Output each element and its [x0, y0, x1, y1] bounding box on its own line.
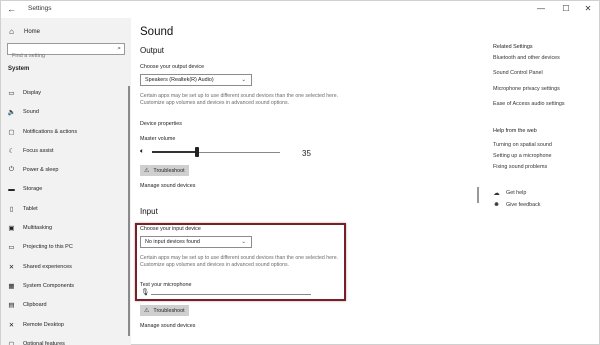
fix-sound-link[interactable]: Fixing sound problems — [493, 164, 547, 170]
display-icon: ▭ — [8, 90, 15, 97]
main-scrollbar[interactable] — [477, 187, 479, 203]
output-device-label: Choose your output device — [140, 64, 205, 70]
back-arrow-icon[interactable]: ← — [7, 4, 16, 14]
sidebar-item-label: Display — [23, 90, 42, 96]
multitasking-icon: ▣ — [8, 225, 15, 233]
sidebar-item-label: Projecting to this PC — [23, 244, 73, 251]
sidebar-item-label: Remote Desktop — [23, 321, 64, 328]
sidebar-item-shared-experiences[interactable]: ✕ Shared experiences — [7, 263, 72, 271]
volume-slider-fill — [152, 151, 197, 153]
warning-icon: ⚠ — [144, 308, 150, 314]
notifications-icon: ▢ — [8, 128, 15, 136]
sidebar-item-projecting-to-this-pc[interactable]: ▭ Projecting to this PC — [7, 243, 73, 252]
search-icon[interactable]: ⌕ — [117, 45, 121, 53]
sidebar-item-label: Multitasking — [23, 225, 53, 232]
home-icon: ⌂ — [9, 27, 14, 36]
sidebar: ⌂ Home ⌕ System ▭ Display 🔈 Sound ▢ Notificat… — [1, 18, 131, 345]
sidebar-item-power-sleep[interactable]: ⏻ Power & sleep — [7, 166, 59, 174]
sidebar-item-optional-features[interactable]: ▢ Optional features — [7, 340, 65, 345]
home-label: Home — [24, 28, 41, 35]
settings-window: ← Settings — ☐ ✕ ⌂ Home ⌕ System ▭ Displa… — [0, 0, 600, 345]
clipboard-icon: ▤ — [8, 302, 15, 310]
get-help-link[interactable]: ☁ Get help — [493, 189, 526, 197]
sidebar-item-focus-assist[interactable]: ☾ Focus assist — [7, 147, 54, 155]
sidebar-item-storage[interactable]: ▬ Storage — [7, 186, 42, 193]
optional-features-icon: ▢ — [8, 340, 15, 345]
sidebar-item-label: Power & sleep — [23, 167, 59, 174]
sidebar-item-remote-desktop[interactable]: ✕ Remote Desktop — [7, 321, 64, 329]
moon-icon: ☾ — [8, 147, 15, 155]
search-box[interactable]: ⌕ — [7, 43, 125, 61]
spatial-sound-link[interactable]: Turning on spatial sound — [493, 142, 552, 148]
get-help-label: Get help — [506, 190, 527, 196]
input-manage-devices-link[interactable]: Manage sound devices — [140, 323, 195, 329]
sidebar-item-notifications-actions[interactable]: ▢ Notifications & actions — [7, 128, 77, 136]
related-settings-panel: Related Settings Bluetooth and other dev… — [493, 18, 600, 345]
give-feedback-label: Give feedback — [506, 201, 541, 208]
maximize-button[interactable]: ☐ — [556, 3, 576, 15]
microphone-privacy-link[interactable]: Microphone privacy settings — [493, 86, 560, 92]
sidebar-item-label: Storage — [23, 186, 43, 192]
help-chat-icon: ☁ — [493, 190, 500, 197]
page-title: Sound — [140, 26, 174, 38]
shared-icon: ✕ — [8, 263, 15, 271]
storage-icon: ▬ — [8, 185, 15, 193]
speaker-icon: 🔈 — [7, 109, 16, 117]
output-help-text: Certain apps may be set up to use differ… — [140, 93, 339, 107]
setup-microphone-link[interactable]: Setting up a microphone — [493, 153, 551, 159]
device-properties-link[interactable]: Device properties — [140, 121, 182, 127]
sidebar-item-label: Focus assist — [23, 147, 54, 154]
output-device-value: Speakers (Realtek(R) Audio) — [145, 77, 214, 83]
master-volume-label: Master volume — [140, 136, 176, 142]
speaker-icon[interactable]: 🔈︎ — [140, 148, 144, 156]
volume-value: 35 — [302, 149, 311, 158]
components-icon: ▦ — [8, 283, 15, 290]
output-troubleshoot-button[interactable]: ⚠ Troubleshoot — [140, 165, 189, 176]
related-settings-heading: Related Settings — [493, 44, 533, 50]
input-troubleshoot-label: Troubleshoot — [153, 307, 185, 314]
title-bar: ← Settings — ☐ ✕ — [1, 1, 599, 18]
projecting-icon: ▭ — [8, 244, 15, 252]
minimize-button[interactable]: — — [531, 3, 551, 15]
sidebar-item-tablet[interactable]: ▯ Tablet — [7, 205, 38, 213]
sidebar-item-label: System Components — [23, 283, 75, 289]
sidebar-item-multitasking[interactable]: ▣ Multitasking — [7, 224, 52, 232]
output-heading: Output — [140, 46, 165, 55]
sidebar-item-clipboard[interactable]: ▤ Clipboard — [7, 301, 47, 310]
section-label-system: System — [8, 66, 30, 72]
sidebar-item-label: Clipboard — [23, 302, 47, 309]
input-troubleshoot-button[interactable]: ⚠ Troubleshoot — [140, 305, 189, 316]
sidebar-item-label: Shared experiences — [23, 263, 72, 270]
bluetooth-link[interactable]: Bluetooth and other devices — [493, 55, 560, 61]
output-troubleshoot-label: Troubleshoot — [153, 167, 185, 174]
input-heading: Input — [140, 207, 158, 216]
chevron-down-icon: ⌄ — [241, 77, 246, 83]
sidebar-item-label: Notifications & actions — [23, 128, 78, 135]
highlight-frame — [135, 223, 346, 301]
sidebar-item-system-components[interactable]: ▦ System Components — [7, 282, 74, 290]
sidebar-item-label: Tablet — [23, 205, 38, 212]
power-icon: ⏻ — [8, 166, 15, 174]
output-device-dropdown[interactable]: Speakers (Realtek(R) Audio) ⌄ — [140, 74, 252, 86]
sound-control-panel-link[interactable]: Sound Control Panel — [493, 70, 543, 76]
warning-icon: ⚠ — [144, 168, 150, 174]
ease-of-access-audio-link[interactable]: Ease of Access audio settings — [493, 101, 565, 107]
sidebar-item-sound[interactable]: 🔈 Sound — [7, 108, 39, 117]
feedback-icon: ☻ — [493, 201, 500, 208]
close-button[interactable]: ✕ — [578, 3, 598, 15]
tablet-icon: ▯ — [9, 205, 14, 213]
sidebar-item-label: Optional features — [23, 340, 65, 345]
volume-slider-thumb[interactable] — [194, 147, 199, 157]
app-title: Settings — [28, 5, 52, 12]
sidebar-item-label: Sound — [23, 109, 39, 116]
search-input[interactable] — [8, 51, 108, 61]
remote-desktop-icon: ✕ — [8, 321, 15, 329]
home-nav-item[interactable]: ⌂ Home — [7, 27, 40, 36]
give-feedback-link[interactable]: ☻ Give feedback — [493, 201, 540, 208]
help-heading: Help from the web — [493, 128, 537, 134]
output-manage-devices-link[interactable]: Manage sound devices — [140, 183, 195, 189]
sidebar-scrollbar[interactable] — [128, 86, 130, 336]
sidebar-item-display[interactable]: ▭ Display — [7, 89, 41, 97]
